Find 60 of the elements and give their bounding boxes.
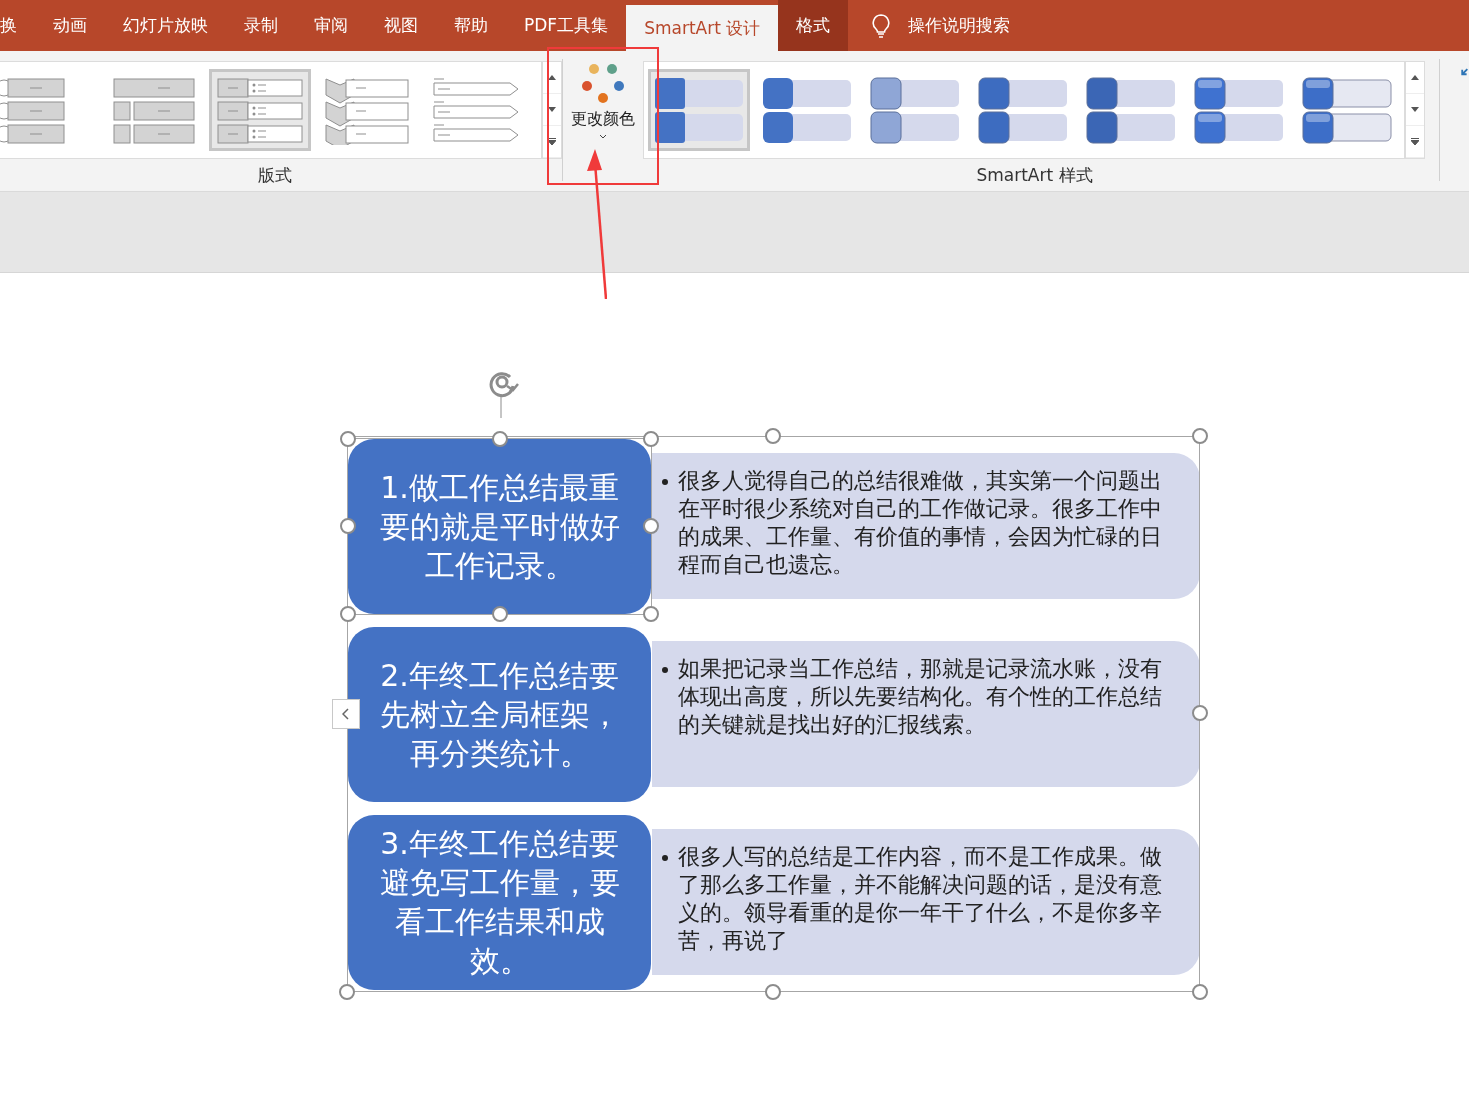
text-pane-toggle[interactable] [332,699,360,729]
style-thumbnail-icon [1301,76,1394,144]
style-thumbnail-icon [869,76,962,144]
caret-icon [599,134,608,139]
scroll-down-icon[interactable] [1411,107,1420,112]
lightbulb-icon[interactable] [872,13,891,38]
ribbon-tab[interactable]: 幻灯片放映 [105,0,226,51]
chevron-left-icon [342,708,350,720]
ribbon-tab[interactable]: PDF工具集 [506,0,627,51]
resize-handle[interactable] [339,984,355,1000]
body-text: 很多人写的总结是工作内容，而不是工作成果。做了那么多工作量，并不能解决问题的话，是没有意义的。领导看重的是你一年干了什么，不是你多辛苦，再说了 [678,843,1163,955]
style-thumbnail-icon [977,76,1070,144]
heading-shape[interactable]: 2.年终工作总结要先树立全局框架，再分类统计。 [348,626,651,802]
bullet-icon [662,479,668,485]
ribbon-tab[interactable]: SmartArt 设计 [626,5,779,51]
more-icon[interactable] [548,138,556,145]
style-thumbnail-icon [1193,76,1286,144]
resize-handle[interactable] [643,430,659,447]
body-text: 很多人觉得自己的总结很难做，其实第一个问题出在平时很少系统对自己的工作做记录。很多工作中的成果、工作量、有价值的事情，会因为忙碌的日程而自己也遗忘。 [678,467,1163,579]
ribbon-tab[interactable]: 视图 [366,0,436,51]
style-thumbnail-icon [653,76,746,144]
resize-handle[interactable] [1192,984,1208,1000]
resize-handle[interactable] [340,518,356,534]
text-shape[interactable]: 如果把记录当工作总结，那就是记录流水账，没有体现出高度，所以先要结构化。有个性的工作总结的关键就是找出好的汇报线索。 [652,641,1200,787]
gallery-scrollbar[interactable] [1405,61,1426,159]
change-colors-button[interactable]: 更改颜色 [562,51,644,191]
resize-handle[interactable] [340,605,356,622]
ribbon-tab[interactable]: 格式 [778,0,849,51]
style-option[interactable] [648,69,751,151]
resize-handle[interactable] [765,984,781,1000]
group-label: SmartArt 样式 [976,164,1093,187]
bullet-icon [662,855,668,861]
text-shape[interactable]: 很多人觉得自己的总结很难做，其实第一个问题出在平时很少系统对自己的工作做记录。很多工作中的成果、工作量、有价值的事情，会因为忙碌的日程而自己也遗忘。 [652,453,1200,599]
style-thumbnail-icon [1085,76,1178,144]
ribbon-tab[interactable]: 动画 [35,0,105,51]
resize-handle[interactable] [340,430,356,447]
resize-handle[interactable] [1192,705,1208,721]
bullet-icon [662,667,668,673]
resize-handle[interactable] [1192,428,1208,444]
text-shape[interactable]: 很多人写的总结是工作内容，而不是工作成果。做了那么多工作量，并不能解决问题的话，是没有意义的。领导看重的是你一年干了什么，不是你多辛苦，再说了 [652,829,1200,975]
scroll-up-icon[interactable] [548,75,556,80]
ribbon-tab[interactable]: 录制 [226,0,296,51]
resize-handle[interactable] [643,605,659,622]
scroll-up-icon[interactable] [1411,75,1420,80]
ribbon-tab[interactable]: 帮助 [436,0,506,51]
color-dots-icon [581,63,626,105]
layout-thumbnail-icon [214,75,306,145]
search-label[interactable]: 操作说明搜索 [908,14,1011,37]
more-icon[interactable] [1411,138,1420,145]
resize-handle[interactable] [765,428,781,444]
ribbon-tab[interactable]: 审阅 [296,0,366,51]
group-label: 版式 [258,164,292,187]
style-thumbnail-icon [761,76,854,144]
gallery-scrollbar[interactable] [542,61,562,159]
body-text: 如果把记录当工作总结，那就是记录流水账，没有体现出高度，所以先要结构化。有个性的工作总结的关键就是找出好的汇报线索。 [678,655,1163,739]
scroll-down-icon[interactable] [548,107,556,112]
heading-shape[interactable]: 1.做工作总结最重要的就是平时做好工作记录。 [348,438,651,614]
ribbon-tab[interactable]: 换 [0,0,35,51]
heading-shape[interactable]: 3.年终工作总结要避免写工作量，要看工作结果和成效。 [348,814,651,990]
resize-handle[interactable] [491,430,508,447]
